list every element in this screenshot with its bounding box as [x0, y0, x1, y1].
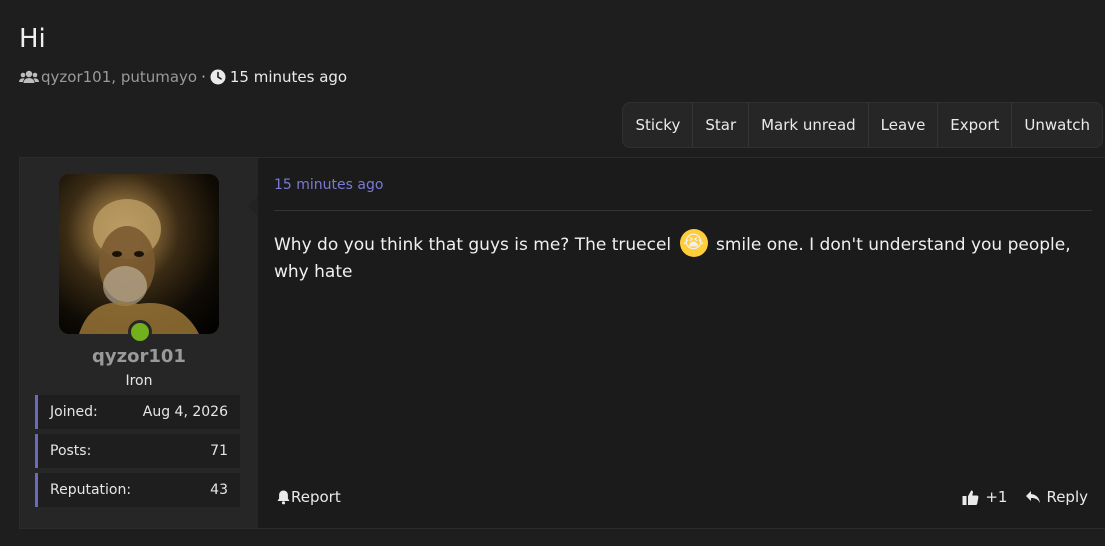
stat-label: Reputation: — [50, 482, 132, 498]
stat-label: Joined: — [50, 404, 98, 420]
bell-icon — [276, 489, 291, 505]
post-body-text: Why do you think that guys is me? The tr… — [274, 235, 672, 255]
topic-meta: qyzor101, putumayo · 15 minutes ago — [19, 68, 347, 86]
crying-emoji-icon: 😭 — [679, 229, 708, 257]
avatar[interactable] — [59, 174, 219, 334]
stat-value: Aug 4, 2026 — [142, 404, 228, 420]
unwatch-button[interactable]: Unwatch — [1012, 103, 1102, 147]
reply-arrow-icon — [1025, 490, 1041, 504]
participant-separator: , — [111, 68, 117, 86]
online-status-indicator — [128, 320, 152, 344]
users-icon — [19, 68, 41, 86]
thumbs-up-icon — [962, 489, 979, 506]
post-arrow — [248, 196, 258, 216]
mark-unread-button[interactable]: Mark unread — [749, 103, 869, 147]
leave-button[interactable]: Leave — [869, 103, 939, 147]
export-button[interactable]: Export — [938, 103, 1013, 147]
star-button[interactable]: Star — [693, 103, 750, 147]
stat-reputation: Reputation: 43 — [35, 473, 240, 507]
report-button[interactable]: Report — [276, 488, 341, 506]
post-date-link[interactable]: 15 minutes ago — [274, 177, 383, 193]
clock-icon — [210, 69, 226, 85]
sticky-button[interactable]: Sticky — [623, 103, 694, 147]
stat-joined: Joined: Aug 4, 2026 — [35, 395, 240, 429]
stat-value: 43 — [210, 482, 228, 498]
post-body: Why do you think that guys is me? The tr… — [274, 229, 1086, 285]
topic-time: 15 minutes ago — [229, 68, 348, 86]
stat-posts: Posts: 71 — [35, 434, 240, 468]
stat-value: 71 — [210, 443, 228, 459]
reaction-count: +1 — [985, 488, 1008, 506]
author-username[interactable]: qyzor101 — [20, 346, 258, 367]
participant-link[interactable]: qyzor101 — [41, 68, 111, 86]
post-actions: +1 Reply — [944, 488, 1088, 506]
reply-button[interactable]: Reply — [1025, 488, 1088, 506]
post-author-panel: qyzor101 Iron Joined: Aug 4, 2026 Posts:… — [20, 158, 258, 528]
meta-dot: · — [201, 68, 206, 86]
author-rank: Iron — [125, 373, 153, 389]
stat-label: Posts: — [50, 443, 92, 459]
post: qyzor101 Iron Joined: Aug 4, 2026 Posts:… — [19, 157, 1105, 529]
post-divider — [274, 210, 1092, 211]
report-label: Report — [291, 488, 341, 506]
participant-link[interactable]: putumayo — [121, 68, 197, 86]
like-button[interactable]: +1 — [962, 488, 1007, 506]
reply-label: Reply — [1046, 488, 1088, 506]
page-title: Hi — [19, 24, 46, 54]
topic-toolbar: Sticky Star Mark unread Leave Export Unw… — [622, 102, 1103, 148]
